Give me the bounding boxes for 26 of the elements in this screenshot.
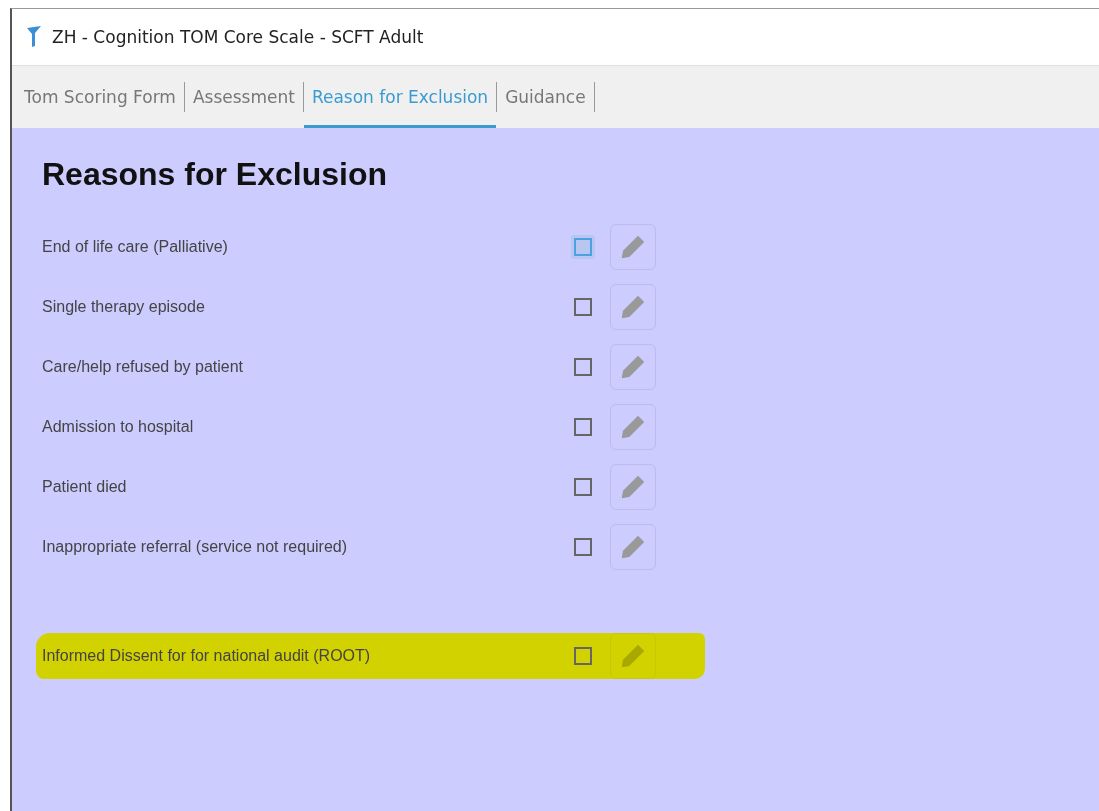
tab[interactable]: Assessment <box>184 66 303 128</box>
edit-button[interactable] <box>610 633 656 679</box>
reason-label: Patient died <box>42 478 128 496</box>
page-heading: Reasons for Exclusion <box>42 156 388 193</box>
checkbox[interactable] <box>574 538 592 556</box>
checkbox[interactable] <box>574 418 592 436</box>
checkbox[interactable] <box>574 478 592 496</box>
reason-label: Care/help refused by patient <box>42 358 244 376</box>
reason-label: Single therapy episode <box>42 298 206 316</box>
app-logo-icon <box>26 25 42 49</box>
reason-label: Inappropriate referral (service not required) <box>42 538 349 556</box>
reason-label: Informed Dissent for for national audit (ROOT) <box>42 647 372 665</box>
checkbox[interactable] <box>574 298 592 316</box>
reason-label: End of life care (Palliative) <box>42 238 229 256</box>
edit-button[interactable] <box>610 524 656 570</box>
tab[interactable]: Guidance <box>497 66 594 128</box>
edit-button[interactable] <box>610 344 656 390</box>
checkbox[interactable] <box>574 358 592 376</box>
reason-label: Admission to hospital <box>42 418 195 436</box>
checkbox[interactable] <box>574 647 592 665</box>
tab[interactable]: Tom Scoring Form <box>16 66 184 128</box>
edit-button[interactable] <box>610 464 656 510</box>
edit-button[interactable] <box>610 284 656 330</box>
edit-button[interactable] <box>610 404 656 450</box>
edit-button[interactable] <box>610 224 656 270</box>
window-title: ZH - Cognition TOM Core Scale - SCFT Adult <box>52 27 424 47</box>
